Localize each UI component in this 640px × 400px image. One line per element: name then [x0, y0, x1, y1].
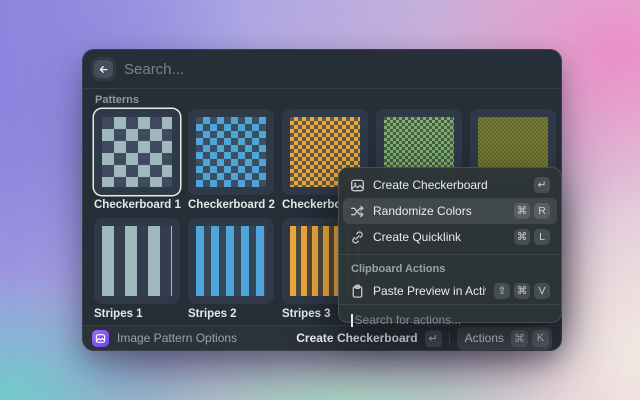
- pattern-tile-label: Stripes 2: [188, 308, 274, 321]
- arrow-left-icon: [98, 64, 109, 75]
- command-key-cap: ⌘: [511, 330, 528, 347]
- menu-divider: [339, 254, 561, 255]
- pattern-tile-label: Checkerboard 1: [94, 199, 180, 212]
- menu-item[interactable]: Create Checkerboard ↵: [343, 172, 557, 198]
- image-icon: [350, 178, 365, 193]
- menu-item-label: Create Quicklink: [373, 230, 506, 244]
- k-key-cap: K: [532, 330, 549, 347]
- shuffle-icon: [350, 204, 365, 219]
- stripes-pattern: [196, 226, 266, 296]
- menu-item-label: Create Checkerboard: [373, 178, 526, 192]
- link-icon: [350, 230, 365, 245]
- action-menu-items: Create Checkerboard ↵ Randomize Colors ⌘R Cr…: [343, 172, 557, 250]
- return-key-cap: ↵: [425, 330, 442, 347]
- checker-pattern: [196, 117, 266, 187]
- actions-button-label: Actions: [465, 331, 504, 345]
- search-bar: Search...: [83, 50, 561, 88]
- back-button[interactable]: [94, 60, 113, 78]
- key-cap: V: [534, 283, 550, 299]
- pattern-tile[interactable]: Checkerboard 1: [94, 109, 180, 212]
- menu-search-input[interactable]: Search for actions...: [343, 309, 557, 331]
- pattern-preview[interactable]: [188, 218, 274, 304]
- pattern-preview[interactable]: [188, 109, 274, 195]
- primary-action-label[interactable]: Create Checkerboard: [296, 331, 417, 345]
- key-cap: ⌘: [514, 229, 530, 245]
- clipboard-section-title: Clipboard Actions: [343, 259, 557, 278]
- key-cap: ⌘: [514, 283, 530, 299]
- menu-item-shortcut: ⌘L: [514, 229, 550, 245]
- pattern-tile-label: Checkerboard 2: [188, 199, 274, 212]
- menu-item-label: Randomize Colors: [373, 204, 506, 218]
- pattern-preview[interactable]: [94, 218, 180, 304]
- menu-item[interactable]: Paste Preview in Active App ⇧⌘V: [343, 278, 557, 304]
- pattern-tile-label: Stripes 1: [94, 308, 180, 321]
- app-icon: [92, 330, 109, 347]
- menu-item-shortcut: ⇧⌘V: [494, 283, 550, 299]
- key-cap: ↵: [534, 177, 550, 193]
- pattern-tile[interactable]: Checkerboard 2: [188, 109, 274, 212]
- text-caret: [351, 314, 353, 327]
- status-divider: [449, 331, 450, 345]
- checker-pattern: [102, 117, 172, 187]
- menu-item-label: Paste Preview in Active App: [373, 284, 486, 298]
- search-input[interactable]: Search...: [124, 61, 184, 78]
- pattern-preview[interactable]: [94, 109, 180, 195]
- image-pattern-icon: [95, 333, 106, 344]
- menu-item[interactable]: Randomize Colors ⌘R: [343, 198, 557, 224]
- clipboard-section-items: Paste Preview in Active App ⇧⌘V: [343, 278, 557, 304]
- action-menu: Create Checkerboard↵Randomize Colors⌘RCr…: [338, 167, 562, 323]
- pattern-tile[interactable]: Stripes 2: [188, 218, 274, 321]
- key-cap: ⇧: [494, 283, 510, 299]
- patterns-section-title: Patterns: [95, 94, 550, 106]
- menu-search-placeholder: Search for actions...: [355, 313, 462, 327]
- key-cap: ⌘: [514, 203, 530, 219]
- key-cap: R: [534, 203, 550, 219]
- pattern-tile[interactable]: Stripes 1: [94, 218, 180, 321]
- app-name: Image Pattern Options: [117, 331, 237, 345]
- stripes-pattern: [102, 226, 172, 296]
- menu-item-shortcut: ↵: [534, 177, 550, 193]
- menu-item-shortcut: ⌘R: [514, 203, 550, 219]
- menu-item[interactable]: Create Quicklink ⌘L: [343, 224, 557, 250]
- key-cap: L: [534, 229, 550, 245]
- menu-search-divider: [339, 304, 561, 305]
- clipboard-icon: [350, 284, 365, 299]
